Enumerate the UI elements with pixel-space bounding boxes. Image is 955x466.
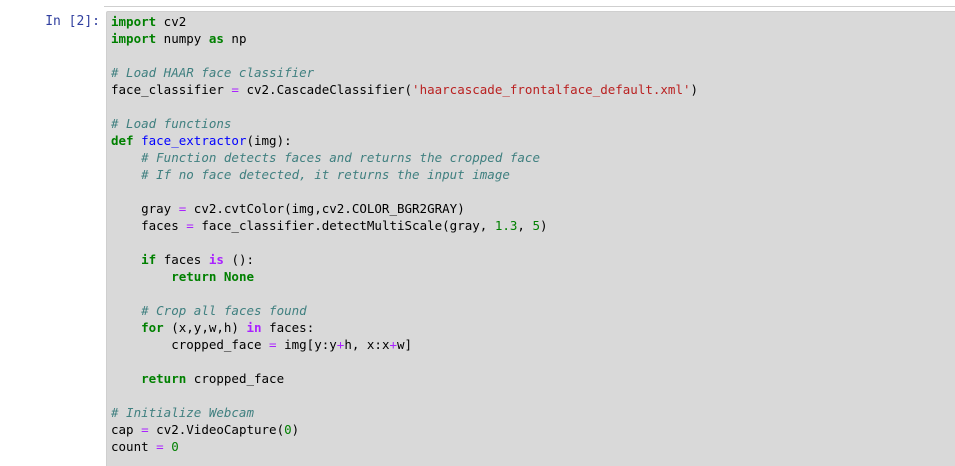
code-token: cv2 xyxy=(156,14,187,29)
code-token: (x,y,w,h) xyxy=(163,320,247,335)
code-line: faces = face_classifier.detectMultiScale… xyxy=(111,217,698,234)
code-line: count = 0 xyxy=(111,438,698,455)
code-line: # Crop all faces found xyxy=(111,302,698,319)
code-token: cv2.VideoCapture( xyxy=(148,422,285,437)
code-token: img[y:y xyxy=(276,337,337,352)
keyword-token: if xyxy=(141,252,157,267)
code-token: cv2.CascadeClassifier( xyxy=(238,82,413,97)
comment-token: # Load HAAR face classifier xyxy=(111,65,315,80)
number-token: 5 xyxy=(532,218,540,233)
code-line: # Initialize Webcam xyxy=(111,404,698,421)
code-token: face_classifier xyxy=(111,82,232,97)
keyword-token: as xyxy=(208,31,224,46)
operator-token: = xyxy=(156,439,164,454)
code-content[interactable]: import cv2 import numpy as np # Load HAAR… xyxy=(111,13,698,455)
code-token: cv2.cvtColor(img,cv2.COLOR_BGR2GRAY) xyxy=(186,201,465,216)
code-token: faces xyxy=(156,252,209,267)
code-line: # Load HAAR face classifier xyxy=(111,64,698,81)
comment-token: # Crop all faces found xyxy=(141,303,307,318)
code-line: # If no face detected, it returns the in… xyxy=(111,166,698,183)
comment-token: # Load functions xyxy=(111,116,232,131)
code-line: cap = cv2.VideoCapture(0) xyxy=(111,421,698,438)
code-token: ) xyxy=(291,422,300,437)
code-line: return None xyxy=(111,268,698,285)
code-token: face_classifier.detectMultiScale(gray, xyxy=(193,218,495,233)
number-token: 1.3 xyxy=(494,218,518,233)
code-token: (img): xyxy=(246,133,292,148)
operator-word-token: is xyxy=(208,252,224,267)
cell-prompt: In [2]: xyxy=(45,14,100,29)
operator-token: + xyxy=(389,337,398,352)
code-line: for (x,y,w,h) in faces: xyxy=(111,319,698,336)
keyword-token: import xyxy=(111,31,157,46)
operator-word-token: in xyxy=(246,320,262,335)
code-token: ) xyxy=(540,218,548,233)
function-name-token: face_extractor xyxy=(141,133,247,148)
code-line: gray = cv2.cvtColor(img,cv2.COLOR_BGR2GR… xyxy=(111,200,698,217)
keyword-token: for xyxy=(141,320,164,335)
code-line: face_classifier = cv2.CascadeClassifier(… xyxy=(111,81,698,98)
comment-token: # Initialize Webcam xyxy=(111,405,254,420)
notebook-page: In [2]: import cv2 import numpy as np # L… xyxy=(0,0,955,466)
code-token: cropped_face xyxy=(186,371,285,386)
number-token: 0 xyxy=(284,422,292,437)
code-line: cropped_face = img[y:y+h, x:x+w] xyxy=(111,336,698,353)
comment-token: # If no face detected, it returns the in… xyxy=(141,167,510,182)
code-editor[interactable]: import cv2 import numpy as np # Load HAAR… xyxy=(106,11,955,466)
code-line: import cv2 xyxy=(111,13,698,30)
operator-token: = xyxy=(269,337,277,352)
keyword-token: None xyxy=(223,269,255,284)
operator-token: = xyxy=(141,422,149,437)
number-token: 0 xyxy=(171,439,179,454)
code-line: if faces is (): xyxy=(111,251,698,268)
code-line: # Load functions xyxy=(111,115,698,132)
code-token: ) xyxy=(690,82,699,97)
code-line: # Function detects faces and returns the… xyxy=(111,149,698,166)
code-line: def face_extractor(img): xyxy=(111,132,698,149)
previous-cell-border xyxy=(104,6,955,7)
code-token: count xyxy=(111,439,157,454)
comment-token: # Function detects faces and returns the… xyxy=(141,150,540,165)
code-token: np xyxy=(223,31,247,46)
keyword-token: return xyxy=(171,269,217,284)
code-token: faces xyxy=(111,218,187,233)
keyword-token: return xyxy=(141,371,187,386)
code-token: w] xyxy=(397,337,413,352)
string-token: 'haarcascade_frontalface_default.xml' xyxy=(412,82,691,97)
code-cell[interactable]: In [2]: import cv2 import numpy as np # L… xyxy=(0,9,955,466)
code-token: (): xyxy=(223,252,255,267)
keyword-token: def xyxy=(111,133,134,148)
code-token: h, x:x xyxy=(344,337,390,352)
code-line: return cropped_face xyxy=(111,370,698,387)
code-token: , xyxy=(517,218,533,233)
keyword-token: import xyxy=(111,14,157,29)
code-token: cap xyxy=(111,422,142,437)
code-token: numpy xyxy=(156,31,209,46)
operator-token: = xyxy=(186,218,194,233)
code-token: faces: xyxy=(261,320,315,335)
code-token: gray xyxy=(111,201,179,216)
code-line: import numpy as np xyxy=(111,30,698,47)
code-token: cropped_face xyxy=(111,337,270,352)
operator-token: = xyxy=(231,82,239,97)
